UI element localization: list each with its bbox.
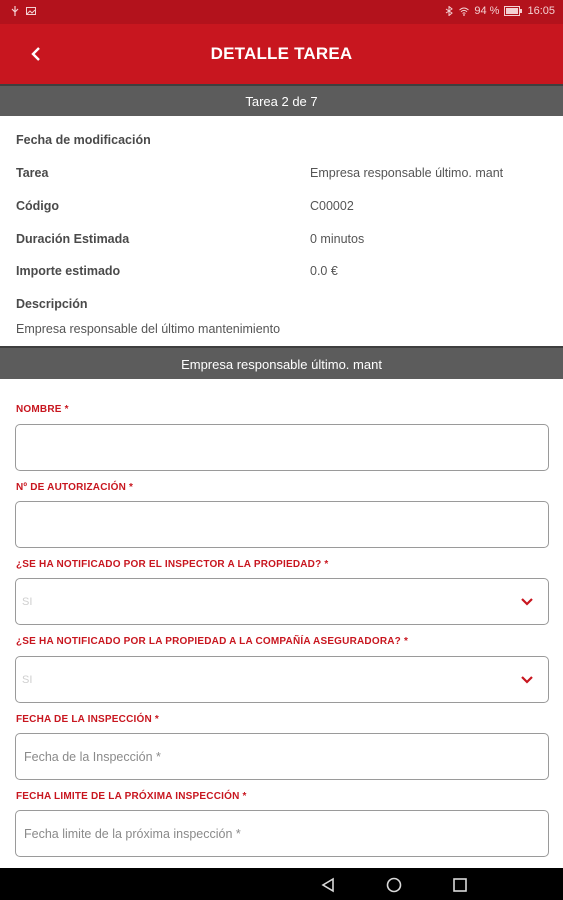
description-label: Descripción [16, 297, 88, 311]
detail-value: Empresa responsable último. mant [310, 166, 504, 180]
fecha-limite-input[interactable] [16, 811, 548, 856]
status-time: 16:05 [527, 5, 555, 17]
battery-percent: 94 % [474, 5, 500, 17]
chevron-down-icon [521, 676, 533, 684]
circle-home-icon[interactable] [385, 876, 403, 894]
detail-value: 0 minutos [310, 232, 365, 246]
fecha-limite-label: FECHA LIMITE DE LA PRÓXIMA INSPECCIÓN * [16, 791, 247, 802]
detail-label: Código [16, 199, 60, 213]
chevron-down-icon [521, 598, 533, 606]
notif-propiedad-label: ¿SE HA NOTIFICADO POR LA PROPIEDAD A LA … [16, 636, 409, 647]
notif-propiedad-select[interactable]: SI [15, 656, 549, 703]
page-title: DETALLE TAREA [210, 44, 353, 63]
notif-inspector-select[interactable]: SI [15, 578, 549, 625]
notif-inspector-value: SI [22, 596, 33, 608]
app-bar: DETALLE TAREA [0, 24, 563, 84]
detail-label: Fecha de modificación [16, 133, 151, 147]
nombre-field[interactable] [15, 424, 549, 471]
status-bar: 94 % 16:05 [0, 0, 563, 24]
description-text: Empresa responsable del último mantenimi… [16, 322, 281, 336]
nombre-input[interactable] [16, 425, 548, 470]
wifi-icon [459, 7, 470, 16]
fecha-inspeccion-label: FECHA DE LA INSPECCIÓN * [16, 714, 159, 725]
autorizacion-label: Nº DE AUTORIZACIÓN * [16, 482, 134, 493]
detail-value: 0.0 € [310, 264, 338, 278]
section-title: Empresa responsable último. mant [0, 346, 563, 379]
detail-value: C00002 [310, 199, 354, 213]
fecha-limite-field[interactable] [15, 810, 549, 857]
notif-inspector-label: ¿SE HA NOTIFICADO POR EL INSPECTOR A LA … [16, 559, 329, 570]
bluetooth-icon [446, 6, 454, 16]
autorizacion-input[interactable] [16, 502, 548, 547]
notif-propiedad-value: SI [22, 674, 33, 686]
task-counter: Tarea 2 de 7 [0, 84, 563, 116]
gallery-icon [26, 7, 36, 15]
autorizacion-field[interactable] [15, 501, 549, 548]
triangle-back-icon[interactable] [319, 876, 337, 894]
detail-label: Importe estimado [16, 264, 121, 278]
square-recents-icon[interactable] [451, 876, 469, 894]
detail-label: Duración Estimada [16, 232, 130, 246]
detail-label: Tarea [16, 166, 49, 180]
system-nav-bar [0, 868, 563, 900]
battery-icon [504, 6, 523, 16]
usb-icon [11, 6, 19, 16]
nombre-label: NOMBRE * [16, 404, 69, 415]
fecha-inspeccion-field[interactable] [15, 733, 549, 780]
fecha-inspeccion-input[interactable] [16, 734, 548, 779]
